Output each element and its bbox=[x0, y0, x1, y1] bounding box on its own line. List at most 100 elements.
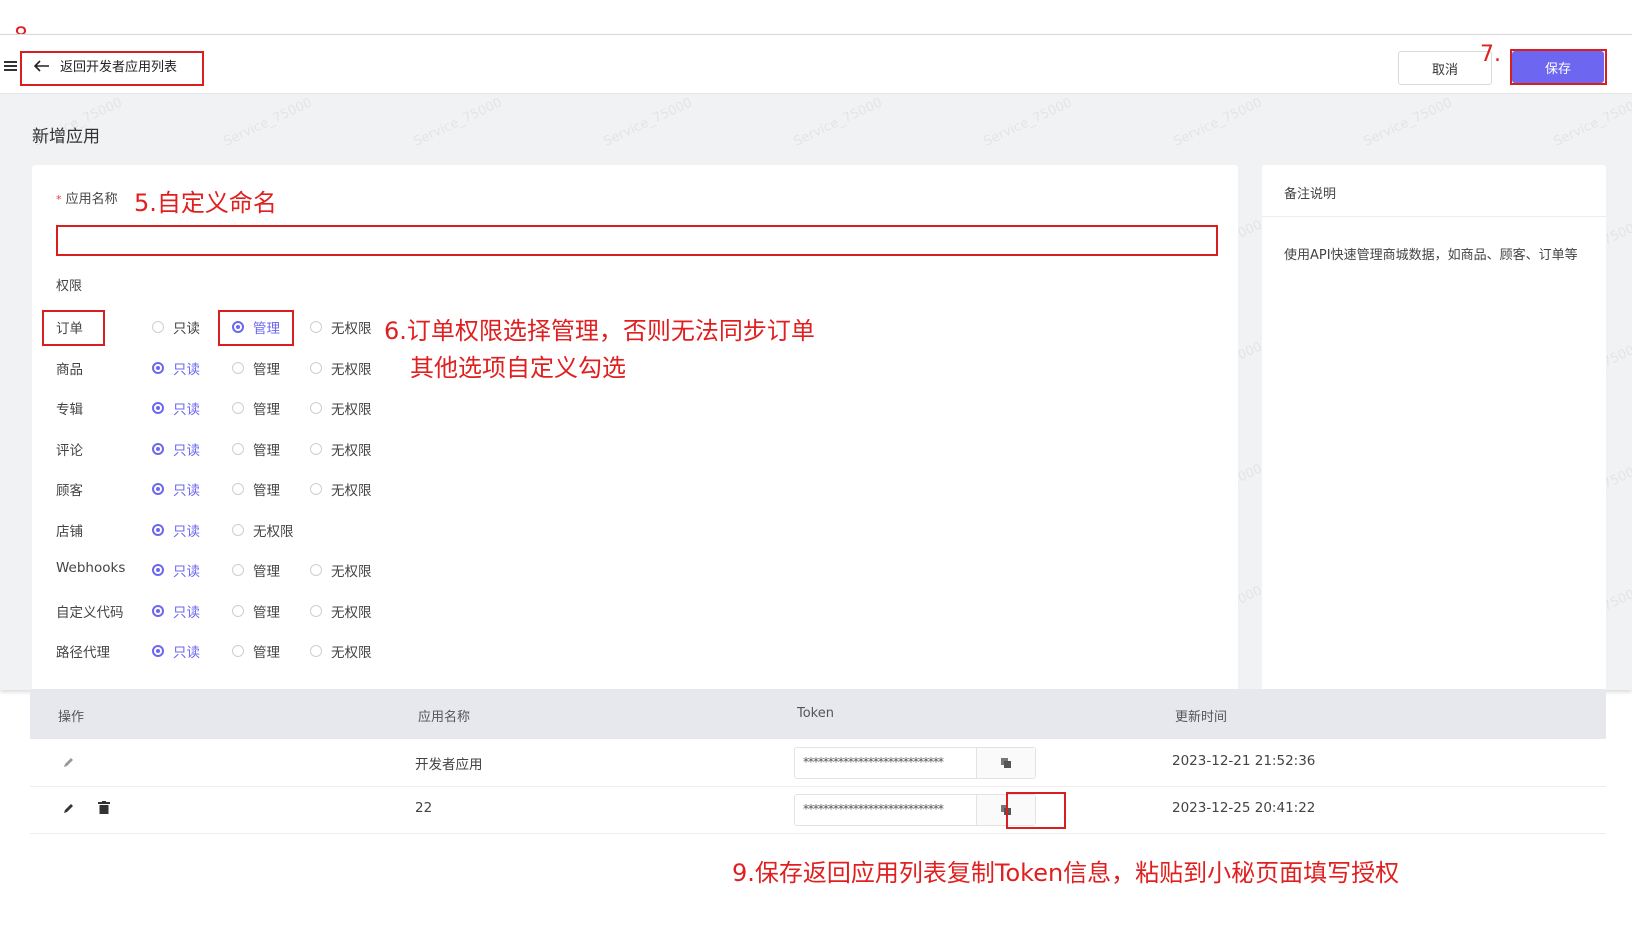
menu-icon[interactable] bbox=[4, 61, 17, 72]
permission-radio-option[interactable]: 无权限 bbox=[232, 520, 294, 540]
permission-radio-option[interactable]: 只读 bbox=[152, 317, 200, 337]
pencil-icon[interactable] bbox=[62, 755, 76, 769]
radio-label: 只读 bbox=[173, 604, 200, 621]
annotation-step6-line1: 6.订单权限选择管理，否则无法同步订单 bbox=[384, 317, 815, 345]
permission-radio-option[interactable]: 只读 bbox=[152, 560, 200, 580]
permission-radio-option[interactable]: 只读 bbox=[152, 479, 200, 499]
radio-label: 管理 bbox=[253, 442, 280, 459]
token-field: **************************** bbox=[794, 794, 1036, 826]
column-header-token: Token bbox=[797, 706, 834, 721]
notes-title: 备注说明 bbox=[1284, 187, 1337, 202]
permission-radio-option[interactable]: 只读 bbox=[152, 358, 200, 378]
radio-icon bbox=[232, 564, 244, 576]
annotation-step6-line2: 其他选项自定义勾选 bbox=[410, 354, 626, 382]
highlight-save-button bbox=[1510, 49, 1607, 85]
trash-icon[interactable] bbox=[98, 801, 110, 815]
annotation-step5: 5.自定义命名 bbox=[134, 189, 277, 217]
radio-icon bbox=[310, 442, 322, 455]
updated-time-cell: 2023-12-25 20:41:22 bbox=[1172, 800, 1316, 816]
permission-name: 顾客 bbox=[56, 483, 83, 499]
radio-icon bbox=[152, 361, 164, 374]
permission-radio-option[interactable]: 无权限 bbox=[310, 601, 372, 621]
app-name-label: * 应用名称 bbox=[56, 192, 118, 207]
permission-radio-option[interactable]: 只读 bbox=[152, 398, 200, 418]
radio-icon bbox=[152, 645, 164, 657]
permission-radio-option[interactable]: 无权限 bbox=[310, 641, 372, 661]
permission-radio-option[interactable]: 无权限 bbox=[310, 398, 372, 418]
app-screenshot: Service_75000 Service_75000 Service_75000 S… bbox=[0, 34, 1632, 690]
permission-radio-option[interactable]: 只读 bbox=[152, 520, 200, 540]
column-header-name: 应用名称 bbox=[418, 710, 471, 725]
permission-radio-option[interactable]: 管理 bbox=[232, 560, 280, 580]
permission-radio-option[interactable]: 无权限 bbox=[310, 560, 372, 580]
updated-time-cell: 2023-12-21 21:52:36 bbox=[1172, 753, 1316, 769]
radio-icon bbox=[152, 604, 164, 617]
radio-icon bbox=[152, 442, 164, 455]
watermark-text: Service_75000 bbox=[981, 95, 1075, 150]
permission-radio-option[interactable]: 无权限 bbox=[310, 317, 372, 337]
permission-radio-option[interactable]: 只读 bbox=[152, 439, 200, 459]
radio-label: 管理 bbox=[253, 402, 280, 418]
table-header: 操作 应用名称 Token 更新时间 bbox=[30, 689, 1606, 739]
radio-label: 无权限 bbox=[331, 483, 372, 499]
radio-label: 管理 bbox=[253, 483, 280, 499]
radio-icon bbox=[232, 523, 244, 536]
notes-card: 备注说明 使用API快速管理商城数据，如商品、顾客、订单等 bbox=[1262, 165, 1606, 690]
radio-label: 只读 bbox=[173, 523, 200, 540]
radio-label: 无权限 bbox=[331, 361, 372, 378]
pencil-icon[interactable] bbox=[62, 801, 76, 815]
radio-label: 只读 bbox=[173, 361, 200, 378]
divider bbox=[1262, 216, 1606, 217]
permission-radio-option[interactable]: 管理 bbox=[232, 479, 280, 499]
annotation-step9: 9.保存返回应用列表复制Token信息，粘贴到小秘页面填写授权 bbox=[732, 859, 1400, 887]
permission-name: 商品 bbox=[56, 361, 83, 378]
permission-radio-option[interactable]: 无权限 bbox=[310, 479, 372, 499]
radio-label: 无权限 bbox=[331, 564, 372, 580]
app-list-table: 操作 应用名称 Token 更新时间 开发者应用 ***************… bbox=[30, 689, 1606, 835]
permission-name: 店铺 bbox=[56, 523, 83, 540]
column-header-actions: 操作 bbox=[58, 710, 85, 725]
highlight-copy-token bbox=[1006, 792, 1066, 829]
required-mark: * bbox=[56, 193, 62, 206]
app-name-cell: 22 bbox=[415, 800, 433, 816]
highlight-name-input bbox=[56, 225, 1218, 256]
radio-label: 无权限 bbox=[331, 604, 372, 621]
permission-radio-option[interactable]: 管理 bbox=[232, 358, 280, 378]
radio-icon bbox=[310, 402, 322, 414]
copy-icon[interactable] bbox=[976, 748, 1035, 778]
radio-icon bbox=[152, 402, 164, 414]
cancel-button[interactable]: 取消 bbox=[1398, 51, 1492, 85]
permission-radio-option[interactable]: 无权限 bbox=[310, 358, 372, 378]
radio-icon bbox=[310, 483, 322, 495]
permission-radio-option[interactable]: 无权限 bbox=[310, 439, 372, 459]
watermark-text: Service_75000 bbox=[791, 95, 885, 150]
radio-label: 管理 bbox=[253, 604, 280, 621]
table-row: 开发者应用 **************************** 2023-… bbox=[30, 739, 1606, 787]
token-field: **************************** bbox=[794, 747, 1036, 779]
notes-text: 使用API快速管理商城数据，如商品、顾客、订单等 bbox=[1284, 248, 1578, 263]
highlight-order-row bbox=[42, 310, 105, 346]
permission-radio-option[interactable]: 只读 bbox=[152, 641, 200, 661]
radio-label: 无权限 bbox=[331, 442, 372, 459]
radio-label: 只读 bbox=[173, 564, 200, 580]
radio-icon bbox=[310, 321, 322, 333]
permission-name: 专辑 bbox=[56, 402, 83, 418]
highlight-order-manage bbox=[218, 310, 294, 346]
permission-name: Webhooks bbox=[56, 560, 126, 576]
table-row: 22 **************************** 2023-12-… bbox=[30, 786, 1606, 834]
watermark-text: Service_75000 bbox=[601, 95, 695, 150]
watermark-text: Service_75000 bbox=[1171, 95, 1265, 150]
watermark-text: Service_75000 bbox=[1551, 95, 1632, 150]
radio-icon bbox=[310, 361, 322, 374]
radio-icon bbox=[152, 564, 164, 576]
permission-name: 评论 bbox=[56, 442, 83, 459]
permission-radio-option[interactable]: 管理 bbox=[232, 601, 280, 621]
permission-radio-option[interactable]: 管理 bbox=[232, 439, 280, 459]
permission-radio-option[interactable]: 只读 bbox=[152, 601, 200, 621]
radio-icon bbox=[232, 442, 244, 455]
permission-radio-option[interactable]: 管理 bbox=[232, 641, 280, 661]
radio-icon bbox=[310, 564, 322, 576]
radio-label: 无权限 bbox=[253, 523, 294, 540]
permission-radio-option[interactable]: 管理 bbox=[232, 398, 280, 418]
radio-label: 只读 bbox=[173, 402, 200, 418]
